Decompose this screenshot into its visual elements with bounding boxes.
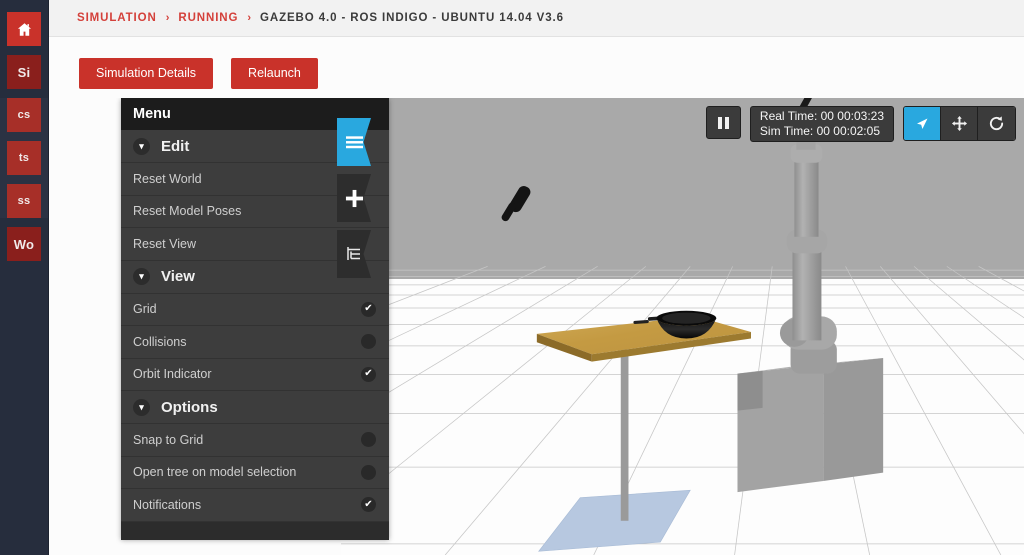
home-icon bbox=[17, 22, 31, 36]
rail-item-cs[interactable]: cs bbox=[7, 98, 41, 132]
pedestal-notch bbox=[737, 370, 763, 411]
menu-item-grid[interactable]: Grid ✔ bbox=[121, 293, 389, 326]
base-plate bbox=[538, 489, 691, 552]
time-display: Real Time: 00 00:03:23 Sim Time: 00 00:0… bbox=[749, 106, 894, 142]
sim-time-label: Sim Time: 00 00:02:05 bbox=[759, 124, 880, 138]
content-area: Simulation Details Relaunch Real Time: 0… bbox=[49, 37, 1024, 555]
menu-item-open-tree[interactable]: Open tree on model selection bbox=[121, 456, 389, 489]
relaunch-button[interactable]: Relaunch bbox=[231, 58, 318, 89]
manipulation-mode-group bbox=[903, 106, 1016, 141]
rail-item-simulations[interactable]: Si bbox=[7, 55, 41, 89]
gazebo-viewport[interactable]: Real Time: 00 00:03:23 Sim Time: 00 00:0… bbox=[341, 98, 1024, 555]
breadcrumb-separator: › bbox=[165, 12, 170, 24]
real-time-label: Real Time: 00 00:03:23 bbox=[759, 109, 884, 123]
menu-section-label: View bbox=[161, 268, 195, 285]
menu-section-label: Options bbox=[161, 398, 218, 416]
hamburger-icon bbox=[345, 136, 363, 149]
header-bar: SIMULATION › RUNNING › GAZEBO 4.0 - ROS … bbox=[49, 0, 1024, 37]
grid-lines-vertical bbox=[341, 266, 1024, 555]
menu-item-label: Notifications bbox=[133, 497, 202, 512]
chevron-down-icon: ▾ bbox=[133, 268, 150, 285]
menu-item-toggle[interactable]: ✔ bbox=[361, 301, 376, 317]
plus-icon bbox=[345, 189, 363, 207]
floating-utensil bbox=[501, 186, 531, 222]
rail-item-label: ts bbox=[18, 152, 30, 164]
rail-group-tertiary: Wo bbox=[0, 227, 48, 261]
tree-icon bbox=[347, 247, 360, 260]
scene-svg bbox=[341, 98, 1024, 555]
pause-icon bbox=[717, 116, 729, 129]
menu-item-snap-to-grid[interactable]: Snap to Grid bbox=[121, 424, 389, 457]
menu-tab[interactable] bbox=[337, 118, 371, 166]
menu-item-label: Collisions bbox=[133, 334, 187, 349]
tree-tab[interactable] bbox=[337, 230, 371, 278]
menu-item-orbit-indicator[interactable]: Orbit Indicator ✔ bbox=[121, 358, 389, 391]
menu-item-notifications[interactable]: Notifications ✔ bbox=[121, 489, 389, 522]
menu-panel-footer bbox=[121, 521, 389, 540]
rail-item-ts[interactable]: ts bbox=[7, 141, 41, 175]
app-root: Si cs ts ss Wo SIMULATION › RUNNING › GA… bbox=[0, 0, 1024, 555]
pedestal-side bbox=[823, 357, 884, 481]
translate-mode-button[interactable] bbox=[941, 107, 978, 140]
rail-item-label: Si bbox=[17, 64, 31, 80]
menu-section-options[interactable]: ▾ Options bbox=[121, 391, 389, 424]
rail-item-ss[interactable]: ss bbox=[7, 184, 41, 218]
menu-item-label: Snap to Grid bbox=[133, 432, 204, 447]
breadcrumb-item-current: GAZEBO 4.0 - ROS INDIGO - UBUNTU 14.04 V… bbox=[260, 12, 564, 24]
rail-item-label: ss bbox=[17, 195, 31, 207]
menu-section-label: Edit bbox=[161, 137, 190, 155]
rail-item-label: Wo bbox=[13, 236, 35, 252]
viewport-side-tabs bbox=[337, 118, 371, 286]
move-icon bbox=[951, 115, 967, 132]
menu-item-label: Open tree on model selection bbox=[133, 465, 297, 480]
rail-item-label: cs bbox=[17, 109, 31, 121]
breadcrumb-item-simulation[interactable]: SIMULATION bbox=[77, 12, 157, 24]
viewport-toolbar: Real Time: 00 00:03:23 Sim Time: 00 00:0… bbox=[705, 106, 1016, 142]
cursor-icon bbox=[917, 118, 928, 129]
menu-item-toggle[interactable]: ✔ bbox=[361, 366, 376, 382]
simulation-stage: Real Time: 00 00:03:23 Sim Time: 00 00:0… bbox=[73, 98, 1024, 555]
breadcrumb: SIMULATION › RUNNING › GAZEBO 4.0 - ROS … bbox=[77, 12, 564, 24]
rail-group-primary: Si bbox=[0, 12, 48, 89]
menu-item-toggle[interactable] bbox=[361, 432, 376, 448]
bowl-inner bbox=[662, 312, 711, 324]
menu-item-label: Grid bbox=[133, 302, 157, 317]
left-rail: Si cs ts ss Wo bbox=[0, 0, 49, 555]
breadcrumb-separator: › bbox=[247, 12, 252, 24]
menu-item-toggle[interactable] bbox=[361, 334, 376, 350]
menu-item-toggle[interactable] bbox=[361, 464, 376, 480]
insert-tab[interactable] bbox=[337, 174, 371, 222]
pause-button[interactable] bbox=[705, 106, 741, 139]
rail-group-secondary: cs ts ss bbox=[0, 98, 48, 218]
chevron-down-icon: ▾ bbox=[133, 137, 150, 155]
menu-item-toggle[interactable]: ✔ bbox=[361, 497, 376, 513]
menu-item-collisions[interactable]: Collisions bbox=[121, 326, 389, 359]
chevron-down-icon: ▾ bbox=[133, 398, 150, 416]
select-mode-button[interactable] bbox=[904, 107, 941, 140]
simulation-details-button[interactable]: Simulation Details bbox=[79, 58, 214, 89]
rail-item-worlds[interactable]: Wo bbox=[7, 227, 41, 261]
rail-item-home[interactable] bbox=[7, 12, 41, 46]
breadcrumb-item-running[interactable]: RUNNING bbox=[178, 12, 238, 24]
rotate-icon bbox=[989, 116, 1004, 131]
action-toolbar: Simulation Details Relaunch bbox=[49, 37, 1024, 89]
menu-item-label: Orbit Indicator bbox=[133, 367, 212, 382]
rotate-mode-button[interactable] bbox=[978, 107, 1015, 140]
table-pillar bbox=[620, 349, 629, 521]
